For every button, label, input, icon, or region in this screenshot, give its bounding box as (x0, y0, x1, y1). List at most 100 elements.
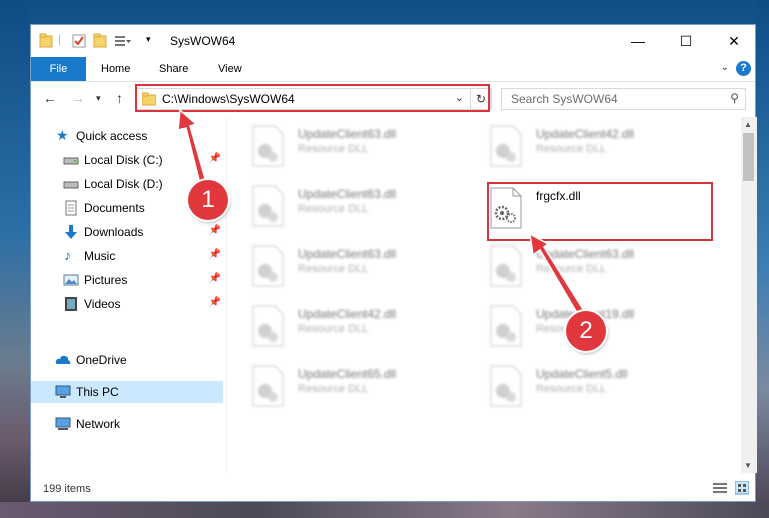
up-icon[interactable]: ↑ (116, 90, 123, 106)
file-name: UpdateClient63.dll (536, 247, 635, 261)
close-button[interactable]: ✕ (711, 25, 757, 57)
minimize-button[interactable]: — (615, 25, 661, 57)
file-name: UpdateClient65.dll (298, 367, 397, 381)
sidebar-item-network[interactable]: Network (31, 413, 223, 435)
pin-icon[interactable]: 📌 (209, 297, 221, 308)
pin-icon[interactable]: 📌 (209, 249, 221, 260)
customize-toolbar-icon[interactable] (114, 33, 132, 49)
videos-icon (65, 297, 77, 311)
address-bar-highlight (135, 84, 490, 112)
expand-ribbon-icon[interactable]: ⌄ (721, 62, 729, 73)
pin-icon[interactable]: 📌 (209, 225, 221, 236)
step-1-badge: 1 (188, 180, 228, 220)
search-placeholder: Search SysWOW64 (511, 92, 618, 106)
vertical-scrollbar[interactable]: ▲ ▼ (741, 117, 757, 473)
file-name: UpdateClient42.dll (536, 127, 635, 141)
forward-icon[interactable]: → (71, 90, 85, 106)
file-name: UpdateClient63.dll (298, 127, 397, 141)
scroll-thumb[interactable] (743, 133, 754, 181)
file-name: UpdateClient63.dll (298, 187, 397, 201)
file-name: UpdateClient63.dll (298, 247, 397, 261)
computer-icon (55, 385, 71, 398)
sidebar-item-label: Local Disk (D:) (84, 177, 163, 191)
dll-file-icon (252, 365, 284, 407)
pictures-icon (63, 274, 79, 286)
dll-file-icon (490, 365, 522, 407)
file-item[interactable]: UpdateClient42.dll Resource DLL (489, 125, 709, 177)
file-highlight (487, 182, 713, 241)
file-name: UpdateClient5.dll (536, 367, 628, 381)
sidebar-item-label: This PC (76, 385, 119, 399)
tab-home[interactable]: Home (101, 57, 130, 81)
tab-share[interactable]: Share (159, 57, 188, 81)
sidebar-item-videos[interactable]: Videos 📌 (31, 293, 223, 315)
document-icon (65, 200, 77, 216)
network-icon (55, 417, 71, 430)
file-item[interactable]: UpdateClient65.dll Resource DLL (251, 365, 471, 417)
sidebar-item-onedrive[interactable]: OneDrive (31, 349, 223, 371)
search-input[interactable]: Search SysWOW64 ⚲ (501, 88, 746, 110)
dll-file-icon (252, 185, 284, 227)
sidebar-item-local-disk-c[interactable]: Local Disk (C:) 📌 (31, 149, 223, 171)
folder-icon[interactable] (39, 33, 53, 49)
file-type: Resource DLL (298, 323, 369, 335)
file-type: Resource DLL (298, 263, 369, 275)
file-type: Resource DLL (298, 203, 369, 215)
desktop-background-bottom (0, 502, 769, 518)
sidebar-item-label: Quick access (76, 129, 148, 143)
sidebar-item-label: Network (76, 417, 121, 431)
drive-icon (63, 181, 79, 189)
file-item[interactable]: UpdateClient63.dll Resource DLL (251, 125, 471, 177)
recent-locations-icon[interactable]: ▾ (96, 93, 101, 104)
file-type: Resource DLL (536, 143, 607, 155)
back-icon[interactable]: ← (43, 90, 57, 106)
dll-file-icon (490, 305, 522, 347)
file-type: Resource DLL (536, 383, 607, 395)
sidebar-item-this-pc[interactable]: This PC (31, 381, 223, 403)
title-bar: | ▾ SysWOW64 — ☐ ✕ (31, 25, 755, 57)
separator: | (58, 32, 62, 46)
maximize-button[interactable]: ☐ (663, 25, 709, 57)
tab-file[interactable]: File (31, 57, 86, 81)
sidebar-item-label: Pictures (84, 273, 128, 287)
status-bar: 199 items (31, 475, 755, 501)
file-name: UpdateClient42.dll (298, 307, 397, 321)
new-folder-icon[interactable] (93, 33, 107, 49)
file-item[interactable]: UpdateClient63.dll Resource DLL (251, 245, 471, 297)
file-item[interactable]: UpdateClient5.dll Resource DLL (489, 365, 709, 417)
sidebar-item-downloads[interactable]: Downloads 📌 (31, 221, 223, 243)
sidebar-item-label: Downloads (84, 225, 144, 239)
cloud-icon (55, 355, 71, 364)
star-icon: ★ (56, 127, 69, 143)
qat-dropdown-icon[interactable]: ▾ (146, 34, 151, 50)
properties-icon[interactable] (71, 33, 87, 49)
dll-file-icon (252, 305, 284, 347)
sidebar-item-pictures[interactable]: Pictures 📌 (31, 269, 223, 291)
dll-file-icon (252, 125, 284, 167)
pin-icon[interactable]: 📌 (209, 273, 221, 284)
item-count: 199 items (43, 483, 91, 495)
dll-file-icon (252, 245, 284, 287)
sidebar-item-label: Documents (84, 201, 145, 215)
pin-icon[interactable]: 📌 (209, 153, 221, 164)
file-type: Resource DLL (536, 263, 607, 275)
dll-file-icon (490, 125, 522, 167)
file-list: UpdateClient63.dll Resource DLL UpdateCl… (227, 117, 740, 473)
navigation-pane: ★ Quick access Local Disk (C:) 📌 Local D… (31, 117, 227, 473)
sidebar-item-music[interactable]: ♪ Music 📌 (31, 245, 223, 267)
large-icons-view-icon[interactable] (735, 481, 749, 495)
file-item[interactable]: UpdateClient42.dll Resource DLL (251, 305, 471, 357)
file-type: Resource DLL (298, 383, 369, 395)
details-view-icon[interactable] (713, 482, 727, 494)
file-item[interactable]: UpdateClient63.dll Resource DLL (489, 245, 709, 297)
scroll-down-icon[interactable]: ▼ (744, 461, 752, 470)
scroll-up-icon[interactable]: ▲ (744, 120, 752, 129)
tab-view[interactable]: View (218, 57, 242, 81)
sidebar-item-label: OneDrive (76, 353, 127, 367)
step-2-badge: 2 (566, 311, 606, 351)
file-item[interactable]: UpdateClient63.dll Resource DLL (251, 185, 471, 237)
help-button[interactable]: ? (736, 61, 751, 76)
sidebar-item-label: Local Disk (C:) (84, 153, 163, 167)
desktop-background-left (0, 0, 30, 518)
sidebar-item-quick-access[interactable]: ★ Quick access (31, 125, 223, 147)
